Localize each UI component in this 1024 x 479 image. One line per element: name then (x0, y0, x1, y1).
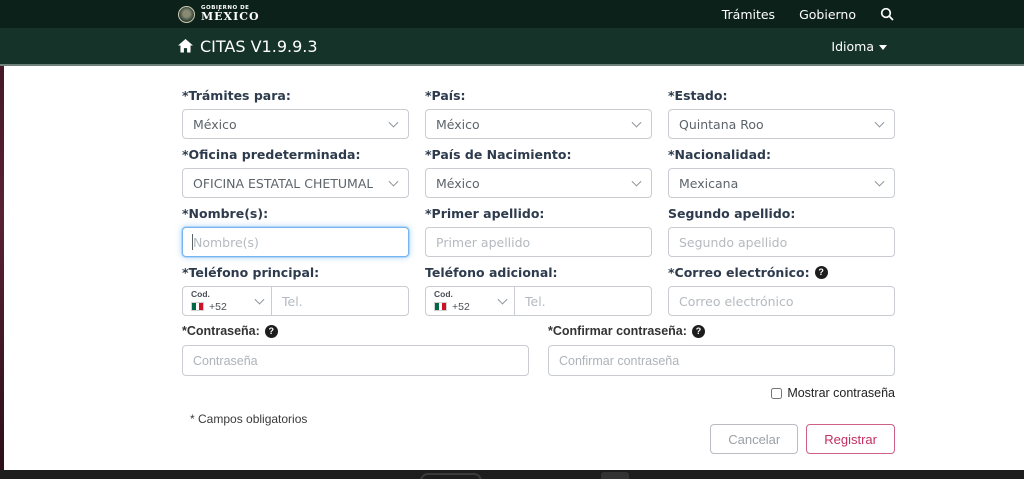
logo-line2: MÉXICO (201, 10, 260, 24)
telefono-adicional-input[interactable] (514, 286, 652, 316)
chevron-down-icon (388, 176, 399, 187)
primer-apellido-label: *Primer apellido: (425, 206, 545, 221)
chevron-down-icon (874, 176, 885, 187)
register-button[interactable]: Registrar (806, 424, 895, 454)
mexico-flag-icon (191, 302, 204, 311)
telefono-principal-label: *Teléfono principal: (182, 265, 320, 280)
language-selector[interactable]: Idioma (831, 39, 887, 54)
gobierno-mexico-logo[interactable]: GOBIERNO DE MÉXICO (178, 5, 260, 24)
select-value: Mexicana (679, 175, 739, 191)
oficina-select[interactable]: OFICINA ESTATAL CHETUMAL (182, 168, 409, 198)
app-subbar: CITAS V1.9.9.3 Idioma (0, 28, 1024, 66)
app-title-group[interactable]: CITAS V1.9.9.3 (178, 37, 318, 56)
select-value: Quintana Roo (679, 116, 764, 132)
select-value: OFICINA ESTATAL CHETUMAL (193, 175, 374, 191)
estado-label: *Estado: (668, 88, 728, 103)
mostrar-contrasena-checkbox[interactable] (771, 387, 783, 399)
pais-nacimiento-select[interactable]: México (425, 168, 652, 198)
contrasena-input[interactable] (182, 345, 529, 376)
tramites-para-label: *Trámites para: (182, 88, 291, 103)
nav-gobierno-link[interactable]: Gobierno (799, 7, 856, 22)
help-icon[interactable]: ? (814, 266, 828, 279)
select-value: México (436, 116, 480, 132)
footer-strip (0, 470, 1024, 479)
mexico-flag-icon (434, 302, 447, 311)
phone-code-value: +52 (209, 300, 227, 313)
chevron-down-icon (874, 117, 885, 128)
help-icon[interactable]: ? (691, 325, 705, 338)
nacionalidad-select[interactable]: Mexicana (668, 168, 895, 198)
footer-shape (420, 473, 482, 479)
chevron-down-icon (631, 176, 642, 187)
cod-label: Cod. (191, 289, 210, 299)
select-value: México (193, 116, 237, 132)
registration-form: *Trámites para: México *País: México *Es… (4, 66, 1024, 470)
phone-code-select[interactable]: Cod. +52 (182, 286, 272, 316)
nacionalidad-label: *Nacionalidad: (668, 147, 771, 162)
primer-apellido-input[interactable] (425, 227, 652, 257)
chevron-down-icon (879, 44, 887, 50)
select-value: México (436, 175, 480, 191)
phone-code-select[interactable]: Cod. +52 (425, 286, 515, 316)
text-cursor (192, 234, 193, 250)
language-label: Idioma (831, 38, 874, 54)
cod-label: Cod. (434, 289, 453, 299)
help-icon[interactable]: ? (264, 325, 278, 338)
eagle-seal-icon (178, 5, 195, 23)
chevron-down-icon (388, 117, 399, 128)
oficina-label: *Oficina predeterminada: (182, 147, 361, 162)
contrasena-label: *Contraseña: (182, 324, 260, 338)
phone-code-value: +52 (452, 300, 470, 313)
home-icon (178, 39, 193, 53)
correo-input[interactable] (668, 286, 895, 316)
tramites-para-select[interactable]: México (182, 109, 409, 139)
pais-label: *País: (425, 88, 466, 103)
government-topbar: GOBIERNO DE MÉXICO Trámites Gobierno (0, 0, 1024, 28)
nav-tramites-link[interactable]: Trámites (722, 7, 775, 22)
nombre-label: *Nombre(s): (182, 206, 269, 221)
telefono-principal-input[interactable] (271, 286, 409, 316)
nombre-input[interactable] (182, 227, 409, 257)
footer-shape (601, 472, 629, 479)
segundo-apellido-input[interactable] (668, 227, 895, 257)
chevron-down-icon (631, 117, 642, 128)
app-title: CITAS V1.9.9.3 (200, 36, 318, 56)
segundo-apellido-label: Segundo apellido: (668, 206, 796, 221)
search-icon[interactable] (880, 7, 894, 21)
required-fields-note: * Campos obligatorios (190, 412, 308, 426)
cancel-button[interactable]: Cancelar (710, 424, 799, 454)
pais-select[interactable]: México (425, 109, 652, 139)
estado-select[interactable]: Quintana Roo (668, 109, 895, 139)
confirmar-contrasena-label: *Confirmar contraseña: (548, 324, 687, 338)
confirmar-contrasena-input[interactable] (548, 345, 895, 376)
pais-nacimiento-label: *País de Nacimiento: (425, 147, 572, 162)
mostrar-contrasena-label: Mostrar contraseña (787, 386, 895, 400)
correo-label: *Correo electrónico: (668, 265, 810, 280)
telefono-adicional-label: Teléfono adicional: (425, 265, 558, 280)
